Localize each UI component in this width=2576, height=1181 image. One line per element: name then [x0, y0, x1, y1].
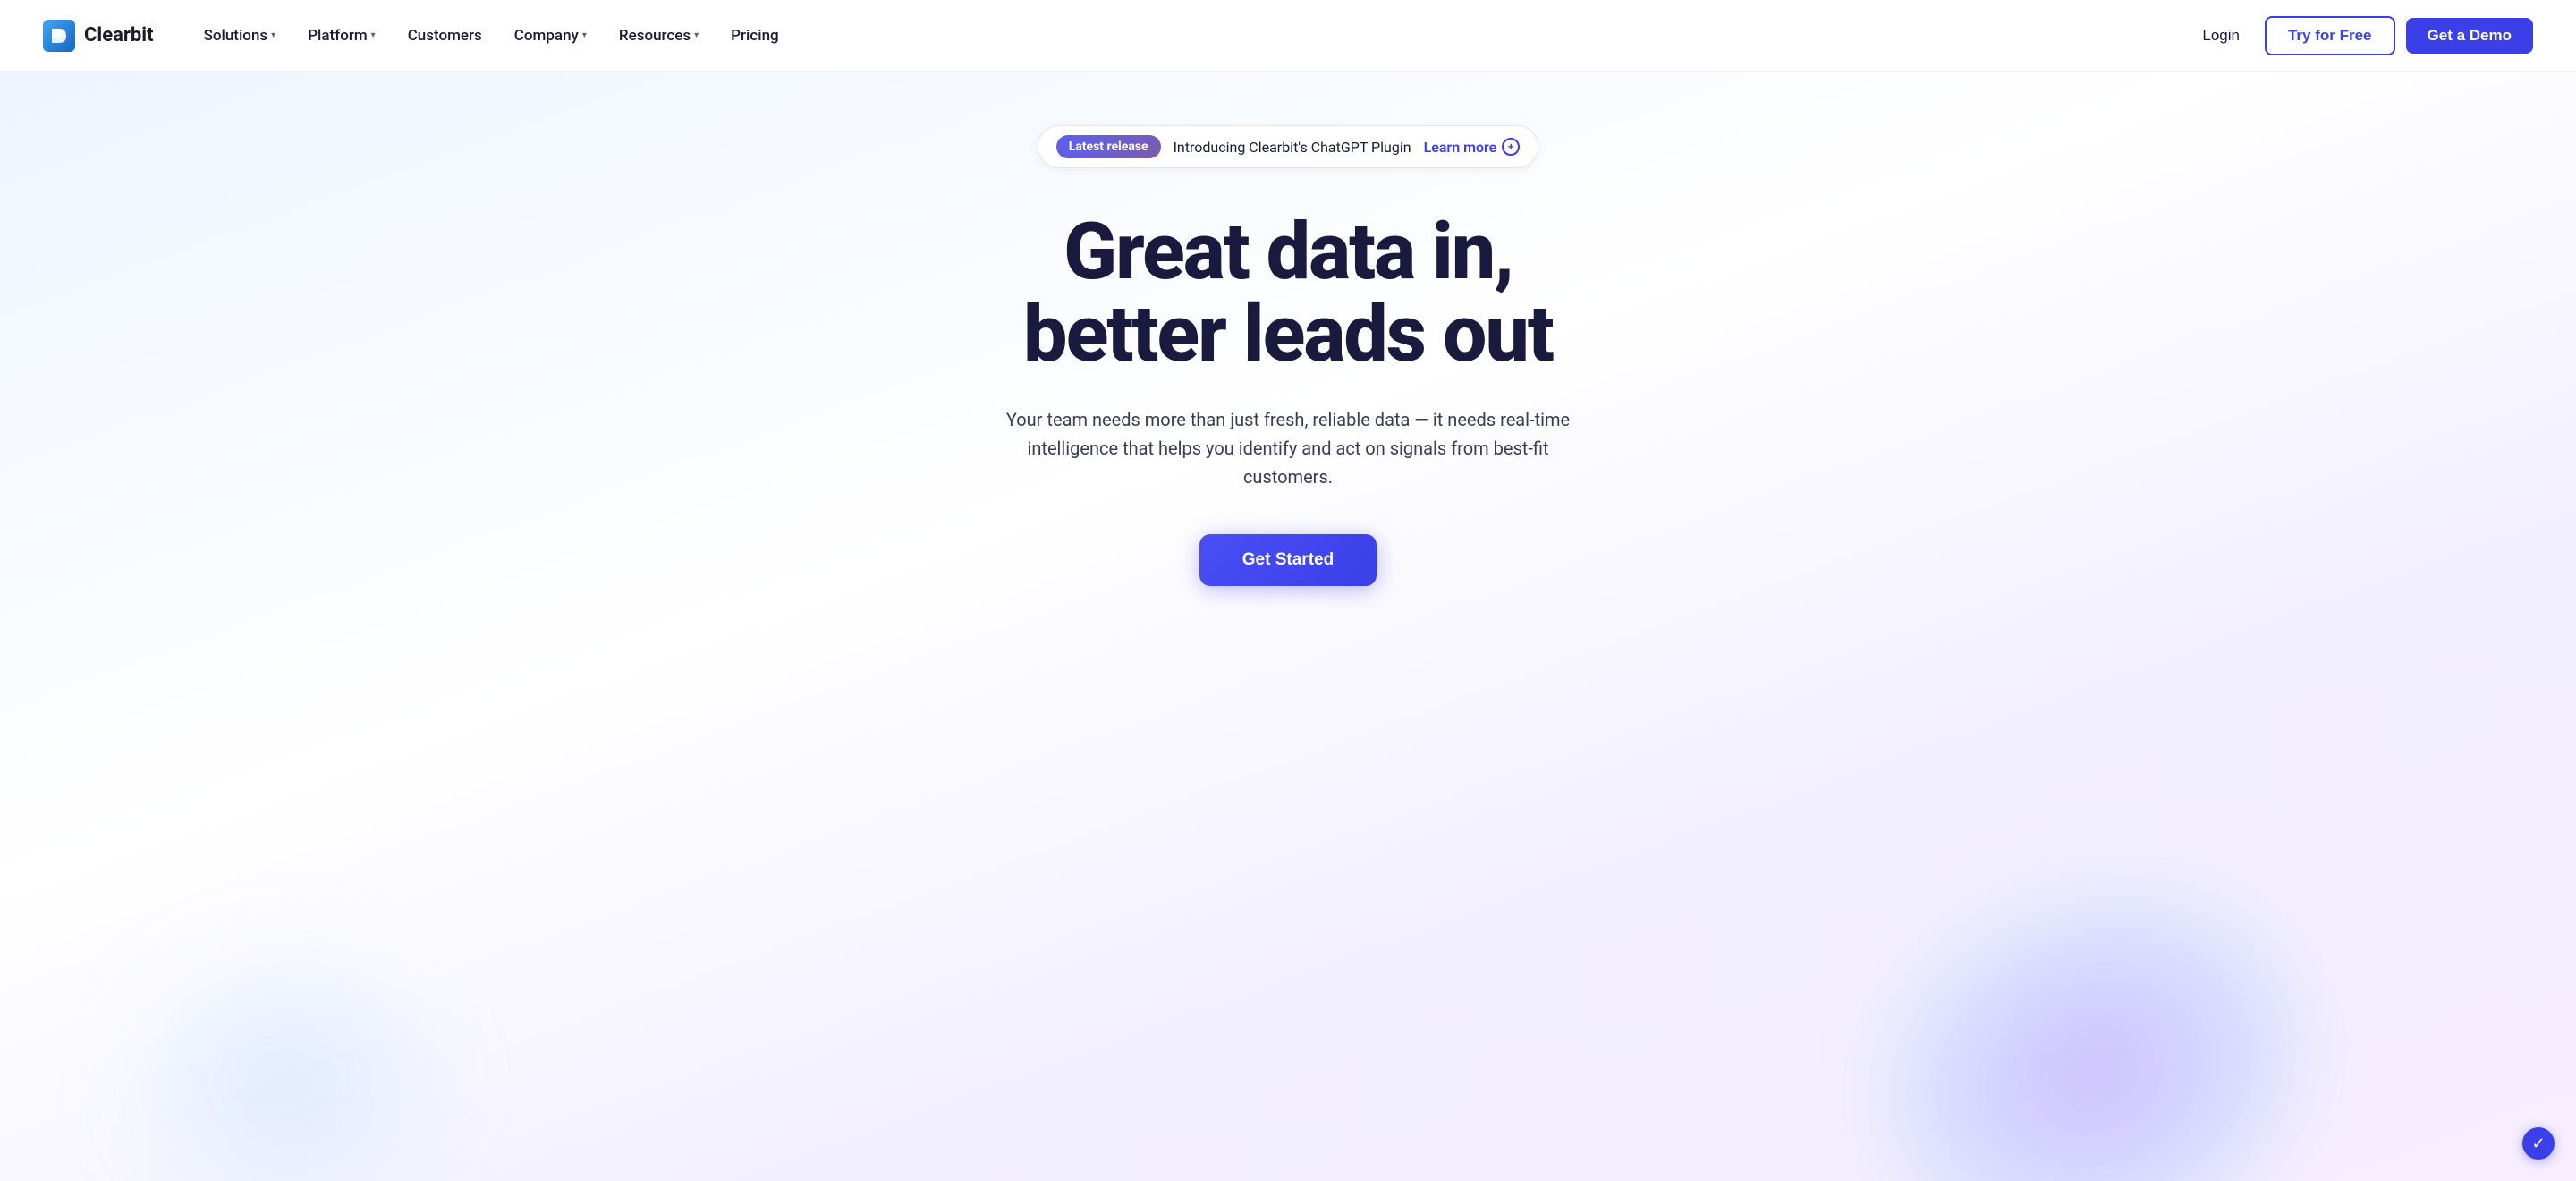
hero-section: Latest release Introducing Clearbit's Ch…	[0, 72, 2576, 1181]
chevron-down-icon: ▾	[371, 30, 376, 40]
hero-subtext: Your team needs more than just fresh, re…	[1002, 405, 1574, 491]
chevron-down-icon: ▾	[694, 30, 699, 40]
hero-blob-left	[129, 948, 442, 1181]
nav-solutions-label: Solutions	[204, 27, 268, 45]
nav-links: Solutions ▾ Platform ▾ Customers Company…	[190, 20, 793, 52]
nav-resources-label: Resources	[619, 27, 691, 45]
nav-pricing-label: Pricing	[731, 27, 779, 45]
nav-company-label: Company	[514, 27, 579, 45]
get-started-button[interactable]: Get Started	[1199, 534, 1377, 586]
nav-platform-label: Platform	[308, 27, 367, 45]
chevron-down-icon: ▾	[582, 30, 587, 40]
chevron-down-icon: ▾	[271, 30, 275, 40]
logo-link[interactable]: Clearbit	[43, 20, 154, 52]
checkmark-icon: ✓	[2531, 1134, 2545, 1153]
announcement-bar: Latest release Introducing Clearbit's Ch…	[1038, 125, 1539, 168]
nav-item-company[interactable]: Company ▾	[500, 20, 601, 52]
nav-item-customers[interactable]: Customers	[394, 20, 496, 52]
try-free-button[interactable]: Try for Free	[2265, 16, 2395, 55]
navbar-left: Clearbit Solutions ▾ Platform ▾ Customer…	[43, 20, 793, 52]
navbar-right: Login Try for Free Get a Demo	[2188, 16, 2533, 55]
learn-more-link[interactable]: Learn more +	[1424, 138, 1521, 156]
hero-heading-line1: Great data in,	[1063, 206, 1513, 298]
hero-heading-line2: better leads out	[1023, 288, 1553, 380]
login-button[interactable]: Login	[2188, 20, 2254, 52]
nav-item-pricing[interactable]: Pricing	[716, 20, 793, 52]
latest-release-badge: Latest release	[1056, 135, 1161, 158]
nav-item-platform[interactable]: Platform ▾	[293, 20, 390, 52]
trust-badge: ✓	[2522, 1127, 2555, 1160]
hero-heading: Great data in, better leads out	[1023, 211, 1553, 377]
brand-name: Clearbit	[84, 24, 154, 47]
nav-item-solutions[interactable]: Solutions ▾	[190, 20, 291, 52]
nav-customers-label: Customers	[408, 27, 482, 45]
announcement-message: Introducing Clearbit's ChatGPT Plugin	[1174, 139, 1411, 156]
hero-blob-right	[1824, 829, 2367, 1181]
navbar: Clearbit Solutions ▾ Platform ▾ Customer…	[0, 0, 2576, 72]
clearbit-logo-icon	[43, 20, 75, 52]
get-demo-button[interactable]: Get a Demo	[2406, 18, 2533, 54]
learn-more-text: Learn more	[1424, 139, 1497, 156]
circle-plus-icon: +	[1502, 138, 1520, 156]
nav-item-resources[interactable]: Resources ▾	[605, 20, 713, 52]
